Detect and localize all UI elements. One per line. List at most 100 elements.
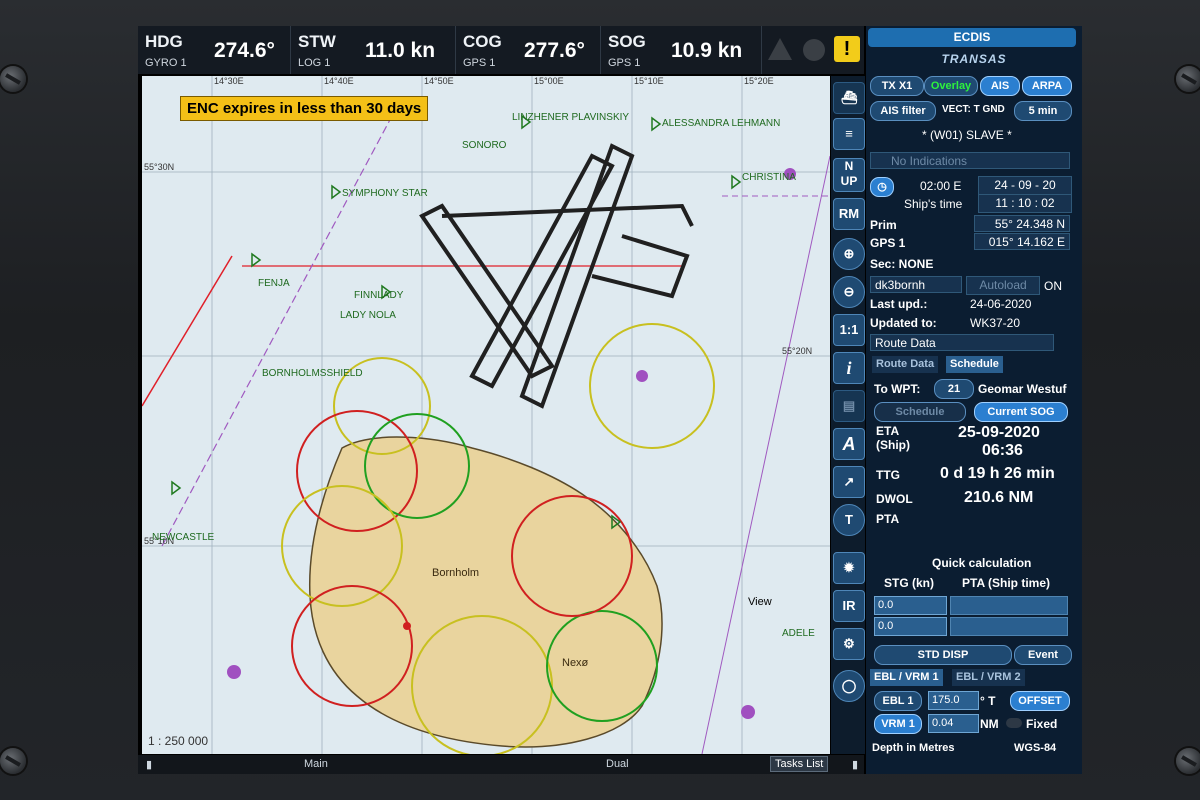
ebl-value-input[interactable]: 175.0 (928, 691, 979, 710)
ebl-unit: ° T (980, 694, 996, 708)
autoload-state: ON (1044, 279, 1062, 293)
annotation-icon[interactable]: A (833, 428, 865, 460)
info-button[interactable]: i (833, 352, 865, 384)
pta-input-2[interactable] (950, 617, 1068, 636)
panel-header: ECDIS (868, 28, 1076, 47)
screw-top-left (0, 66, 26, 92)
stw-readout: STW LOG 1 11.0 kn (291, 26, 456, 74)
layers-icon[interactable]: ≡ (833, 118, 865, 150)
tasks-list-button[interactable]: Tasks List (770, 756, 829, 772)
bottom-status-bar: ▮ Main Dual Tasks List ▮ (138, 755, 864, 774)
updated-to-value: WK37-20 (970, 316, 1021, 330)
eta-label: ETA (876, 424, 900, 438)
vrm-value-input[interactable]: 0.04 (928, 714, 979, 733)
target-icon[interactable]: T (833, 504, 865, 536)
date-value: 24 - 09 - 20 (978, 176, 1072, 195)
circle-icon[interactable]: ◯ (833, 670, 865, 702)
gps-label: GPS 1 (870, 236, 906, 250)
std-disp-button[interactable]: STD DISP (874, 645, 1012, 665)
expand-icon[interactable]: ▮ (852, 758, 858, 771)
warning-triangle-icon (768, 38, 792, 60)
offset-button[interactable]: OFFSET (1010, 691, 1070, 711)
route-edit-icon[interactable]: ↗ (833, 466, 865, 498)
document-icon[interactable]: ▤ (833, 390, 865, 422)
vessel-label: CHRISTINA (742, 172, 796, 183)
stg-input-1[interactable]: 0.0 (874, 596, 947, 615)
waypoint-number-select[interactable]: 21 (934, 379, 974, 399)
lon-label: 14°50E (424, 76, 454, 86)
stg-input-2[interactable]: 0.0 (874, 617, 947, 636)
indications-select[interactable]: No Indications (870, 152, 1070, 169)
arpa-toggle[interactable]: ARPA (1022, 76, 1072, 96)
vessel-label: ADELE (782, 628, 815, 639)
vessel-label: SONORO (462, 140, 507, 151)
pta-label: PTA (876, 512, 900, 526)
to-waypoint-label: To WPT: (874, 382, 921, 396)
sog-label: SOG (608, 32, 646, 51)
overlay-toggle[interactable]: Overlay (924, 76, 978, 96)
current-sog-button[interactable]: Current SOG (974, 402, 1068, 422)
fixed-toggle[interactable] (1006, 718, 1022, 728)
updated-to-label: Updated to: (870, 316, 937, 330)
red-boundary-line (142, 255, 233, 407)
vector-time-select[interactable]: 5 min (1014, 101, 1072, 121)
own-ship-marker (403, 622, 411, 630)
event-button[interactable]: Event (1014, 645, 1072, 665)
ais-toggle[interactable]: AIS (980, 76, 1020, 96)
brand-logo: TRANSAS (941, 52, 1007, 66)
quick-calculation-title: Quick calculation (932, 556, 1032, 570)
tab-schedule[interactable]: Schedule (946, 356, 1003, 373)
vessel-label: BORNHOLMSSHIELD (262, 368, 363, 379)
clock-icon[interactable]: ◷ (870, 177, 894, 197)
tab-ebl-vrm-1[interactable]: EBL / VRM 1 (870, 669, 943, 686)
vrm-button[interactable]: VRM 1 (874, 714, 922, 734)
scale-one-to-one-button[interactable]: 1:1 (833, 314, 865, 346)
chart-graphics: 55°30N 55°20N 55°10N 14°30E 14°40E 14°50… (142, 76, 830, 754)
vessel-label: FINNLADY (354, 290, 404, 301)
exclamation-icon[interactable]: ! (834, 36, 860, 62)
cog-readout: COG GPS 1 277.6° (456, 26, 601, 74)
alarm-status-icons (768, 38, 825, 61)
ships-time-value: 11 : 10 : 02 (978, 194, 1072, 213)
vrm-unit: NM (980, 717, 999, 731)
north-up-button[interactable]: N UP (833, 158, 865, 192)
ttg-label: TTG (876, 468, 900, 482)
hdg-label: HDG (145, 32, 183, 51)
gear-icon[interactable]: ⚙ (833, 628, 865, 660)
lon-label: 14°40E (324, 76, 354, 86)
pta-header: PTA (Ship time) (962, 576, 1050, 590)
lon-label: 15°20E (744, 76, 774, 86)
zoom-in-icon[interactable]: ⊕ (833, 238, 865, 270)
chart-folder-select[interactable]: dk3bornh (870, 276, 962, 293)
zoom-out-icon[interactable]: ⊖ (833, 276, 865, 308)
main-tab[interactable]: Main (304, 758, 328, 770)
panel-toggle-icon[interactable]: ▮ (146, 758, 152, 771)
pta-input-1[interactable] (950, 596, 1068, 615)
vessel-label: FENJA (258, 278, 290, 289)
ais-filter-button[interactable]: AIS filter (870, 101, 936, 121)
vessel-label: NEWCASTLE (152, 532, 215, 543)
nautical-chart[interactable]: 55°30N 55°20N 55°10N 14°30E 14°40E 14°50… (142, 76, 830, 754)
route-data-select[interactable]: Route Data (870, 334, 1054, 351)
latitude-value: 55° 24.348 N (974, 215, 1070, 232)
ebl-button[interactable]: EBL 1 (874, 691, 922, 711)
tab-ebl-vrm-2[interactable]: EBL / VRM 2 (952, 669, 1025, 686)
hdg-readout: HDG GYRO 1 274.6° (138, 26, 291, 74)
tx-select[interactable]: TX X1 (870, 76, 924, 96)
ship-icon[interactable]: ⛴ (833, 82, 865, 114)
vessel-label: LINZHENER PLAVINSKIY (512, 112, 629, 123)
dual-tab[interactable]: Dual (606, 758, 629, 770)
hdg-value: 274.6° (214, 39, 275, 62)
tab-route-data[interactable]: Route Data (872, 356, 939, 373)
enc-expiry-warning[interactable]: ENC expires in less than 30 days (180, 96, 429, 121)
relative-motion-button[interactable]: RM (833, 198, 865, 230)
sun-icon[interactable]: ✹ (833, 552, 865, 584)
vector-mode: VECT: T GND (942, 104, 1005, 115)
screw-bottom-left (0, 748, 26, 774)
ir-button[interactable]: IR (833, 590, 865, 622)
vessel-label: LADY NOLA (340, 310, 396, 321)
autoload-button[interactable]: Autoload (966, 276, 1040, 295)
schedule-button[interactable]: Schedule (874, 402, 966, 422)
ttg-value: 0 d 19 h 26 min (940, 465, 1055, 482)
stw-label: STW (298, 32, 336, 51)
